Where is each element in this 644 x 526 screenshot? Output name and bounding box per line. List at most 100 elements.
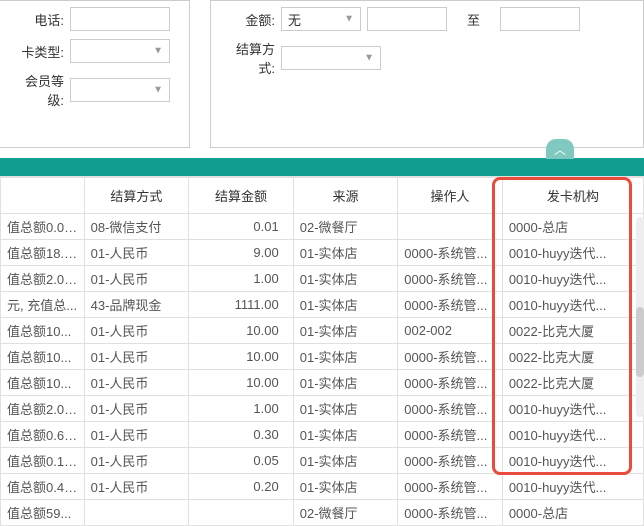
cell-desc: 值总额0.10元 [1,448,85,474]
cell-operator: 0000-系统管... [398,240,503,266]
phone-label: 电话: [10,10,70,29]
cell-amount: 1.00 [189,396,294,422]
cell-amount: 1111.00 [189,292,294,318]
member-level-select[interactable]: ▼ [70,78,170,102]
cell-issuer: 0010-huyy迭代... [502,240,643,266]
cell-source: 01-实体店 [293,396,398,422]
cell-amount: 10.00 [189,344,294,370]
cell-desc: 值总额10... [1,370,85,396]
cell-method: 01-人民币 [84,240,189,266]
cell-amount: 9.00 [189,240,294,266]
table-row[interactable]: 值总额18.0...01-人民币9.0001-实体店0000-系统管...001… [1,240,644,266]
cell-source: 02-微餐厅 [293,500,398,526]
chevron-down-icon: ▼ [364,53,374,64]
cell-issuer: 0010-huyy迭代... [502,396,643,422]
table-row[interactable]: 值总额0.10元01-人民币0.0501-实体店0000-系统管...0010-… [1,448,644,474]
collapse-button[interactable]: ︿ [546,139,574,159]
cell-method: 01-人民币 [84,396,189,422]
cell-source: 01-实体店 [293,318,398,344]
cell-operator: 0000-系统管... [398,370,503,396]
phone-input[interactable] [70,7,170,31]
cell-amount: 0.30 [189,422,294,448]
cell-desc: 值总额10... [1,344,85,370]
cell-issuer: 0000-总店 [502,500,643,526]
cell-issuer: 0010-huyy迭代... [502,292,643,318]
table-row[interactable]: 值总额2.00元01-人民币1.0001-实体店0000-系统管...0010-… [1,396,644,422]
col-header-method[interactable]: 结算方式 [84,178,189,214]
cell-source: 01-实体店 [293,370,398,396]
cell-operator: 0000-系统管... [398,500,503,526]
table-header-row: 结算方式 结算金额 来源 操作人 发卡机构 [1,178,644,214]
cell-desc: 值总额18.0... [1,240,85,266]
cell-amount: 1.00 [189,266,294,292]
table-row[interactable]: 元, 充值总...43-品牌现金1111.0001-实体店0000-系统管...… [1,292,644,318]
cell-method [84,500,189,526]
cell-source: 01-实体店 [293,292,398,318]
col-header-source[interactable]: 来源 [293,178,398,214]
cell-operator: 0000-系统管... [398,474,503,500]
chevron-down-icon: ▼ [344,14,354,25]
col-header-amount[interactable]: 结算金额 [189,178,294,214]
filter-area: 电话: 卡类型: ▼ 会员等级: ▼ 金额: 无 ▼ 至 [0,0,644,158]
table-row[interactable]: 值总额2.00元01-人民币1.0001-实体店0000-系统管...0010-… [1,266,644,292]
scrollbar-thumb[interactable] [636,307,644,377]
chevron-down-icon: ▼ [153,46,163,57]
member-level-label: 会员等级: [10,71,70,109]
cell-issuer: 0010-huyy迭代... [502,448,643,474]
amount-mode-value: 无 [288,10,301,29]
data-table: 结算方式 结算金额 来源 操作人 发卡机构 值总额0.04元08-微信支付0.0… [0,177,644,526]
cell-source: 02-微餐厅 [293,214,398,240]
filter-panel-right: 金额: 无 ▼ 至 结算方式: ▼ [210,0,644,148]
cell-desc: 值总额10... [1,318,85,344]
cell-operator [398,214,503,240]
cell-amount: 0.01 [189,214,294,240]
cell-amount: 0.05 [189,448,294,474]
cell-source: 01-实体店 [293,474,398,500]
table-row[interactable]: 值总额0.04元08-微信支付0.0102-微餐厅0000-总店 [1,214,644,240]
chevron-down-icon: ▼ [153,85,163,96]
cell-desc: 元, 充值总... [1,292,85,318]
table-row[interactable]: 值总额10...01-人民币10.0001-实体店0000-系统管...0022… [1,370,644,396]
amount-label: 金额: [221,10,281,29]
cell-desc: 值总额0.40元 [1,474,85,500]
cell-amount: 10.00 [189,318,294,344]
table-wrap: 结算方式 结算金额 来源 操作人 发卡机构 值总额0.04元08-微信支付0.0… [0,176,644,526]
chevron-up-icon: ︿ [554,141,566,158]
cell-amount: 0.20 [189,474,294,500]
col-header-desc[interactable] [1,178,85,214]
table-row[interactable]: 值总额0.40元01-人民币0.2001-实体店0000-系统管...0010-… [1,474,644,500]
table-row[interactable]: 值总额10...01-人民币10.0001-实体店002-0020022-比克大… [1,318,644,344]
cell-operator: 0000-系统管... [398,396,503,422]
table-row[interactable]: 值总额0.60元01-人民币0.3001-实体店0000-系统管...0010-… [1,422,644,448]
cell-source: 01-实体店 [293,266,398,292]
settle-method-select[interactable]: ▼ [281,46,381,70]
cell-method: 01-人民币 [84,318,189,344]
cell-source: 01-实体店 [293,344,398,370]
table-row[interactable]: 值总额10...01-人民币10.0001-实体店0000-系统管...0022… [1,344,644,370]
cell-method: 01-人民币 [84,422,189,448]
cell-method: 01-人民币 [84,448,189,474]
cell-amount: 10.00 [189,370,294,396]
cell-operator: 002-002 [398,318,503,344]
cell-operator: 0000-系统管... [398,422,503,448]
amount-mode-select[interactable]: 无 ▼ [281,7,361,31]
amount-to-input[interactable] [500,7,580,31]
cell-desc: 值总额2.00元 [1,266,85,292]
amount-to-label: 至 [467,10,480,29]
card-type-select[interactable]: ▼ [70,39,170,63]
card-type-label: 卡类型: [10,42,70,61]
vertical-scrollbar[interactable] [636,217,644,417]
col-header-operator[interactable]: 操作人 [398,178,503,214]
cell-amount [189,500,294,526]
col-header-issuer[interactable]: 发卡机构 [502,178,643,214]
section-bar: ︿ [0,158,644,176]
cell-method: 08-微信支付 [84,214,189,240]
cell-method: 01-人民币 [84,370,189,396]
cell-desc: 值总额0.60元 [1,422,85,448]
table-row[interactable]: 值总额59...02-微餐厅0000-系统管...0000-总店 [1,500,644,526]
cell-issuer: 0022-比克大厦 [502,344,643,370]
settle-method-label: 结算方式: [221,39,281,77]
amount-from-input[interactable] [367,7,447,31]
cell-issuer: 0010-huyy迭代... [502,422,643,448]
cell-issuer: 0010-huyy迭代... [502,266,643,292]
